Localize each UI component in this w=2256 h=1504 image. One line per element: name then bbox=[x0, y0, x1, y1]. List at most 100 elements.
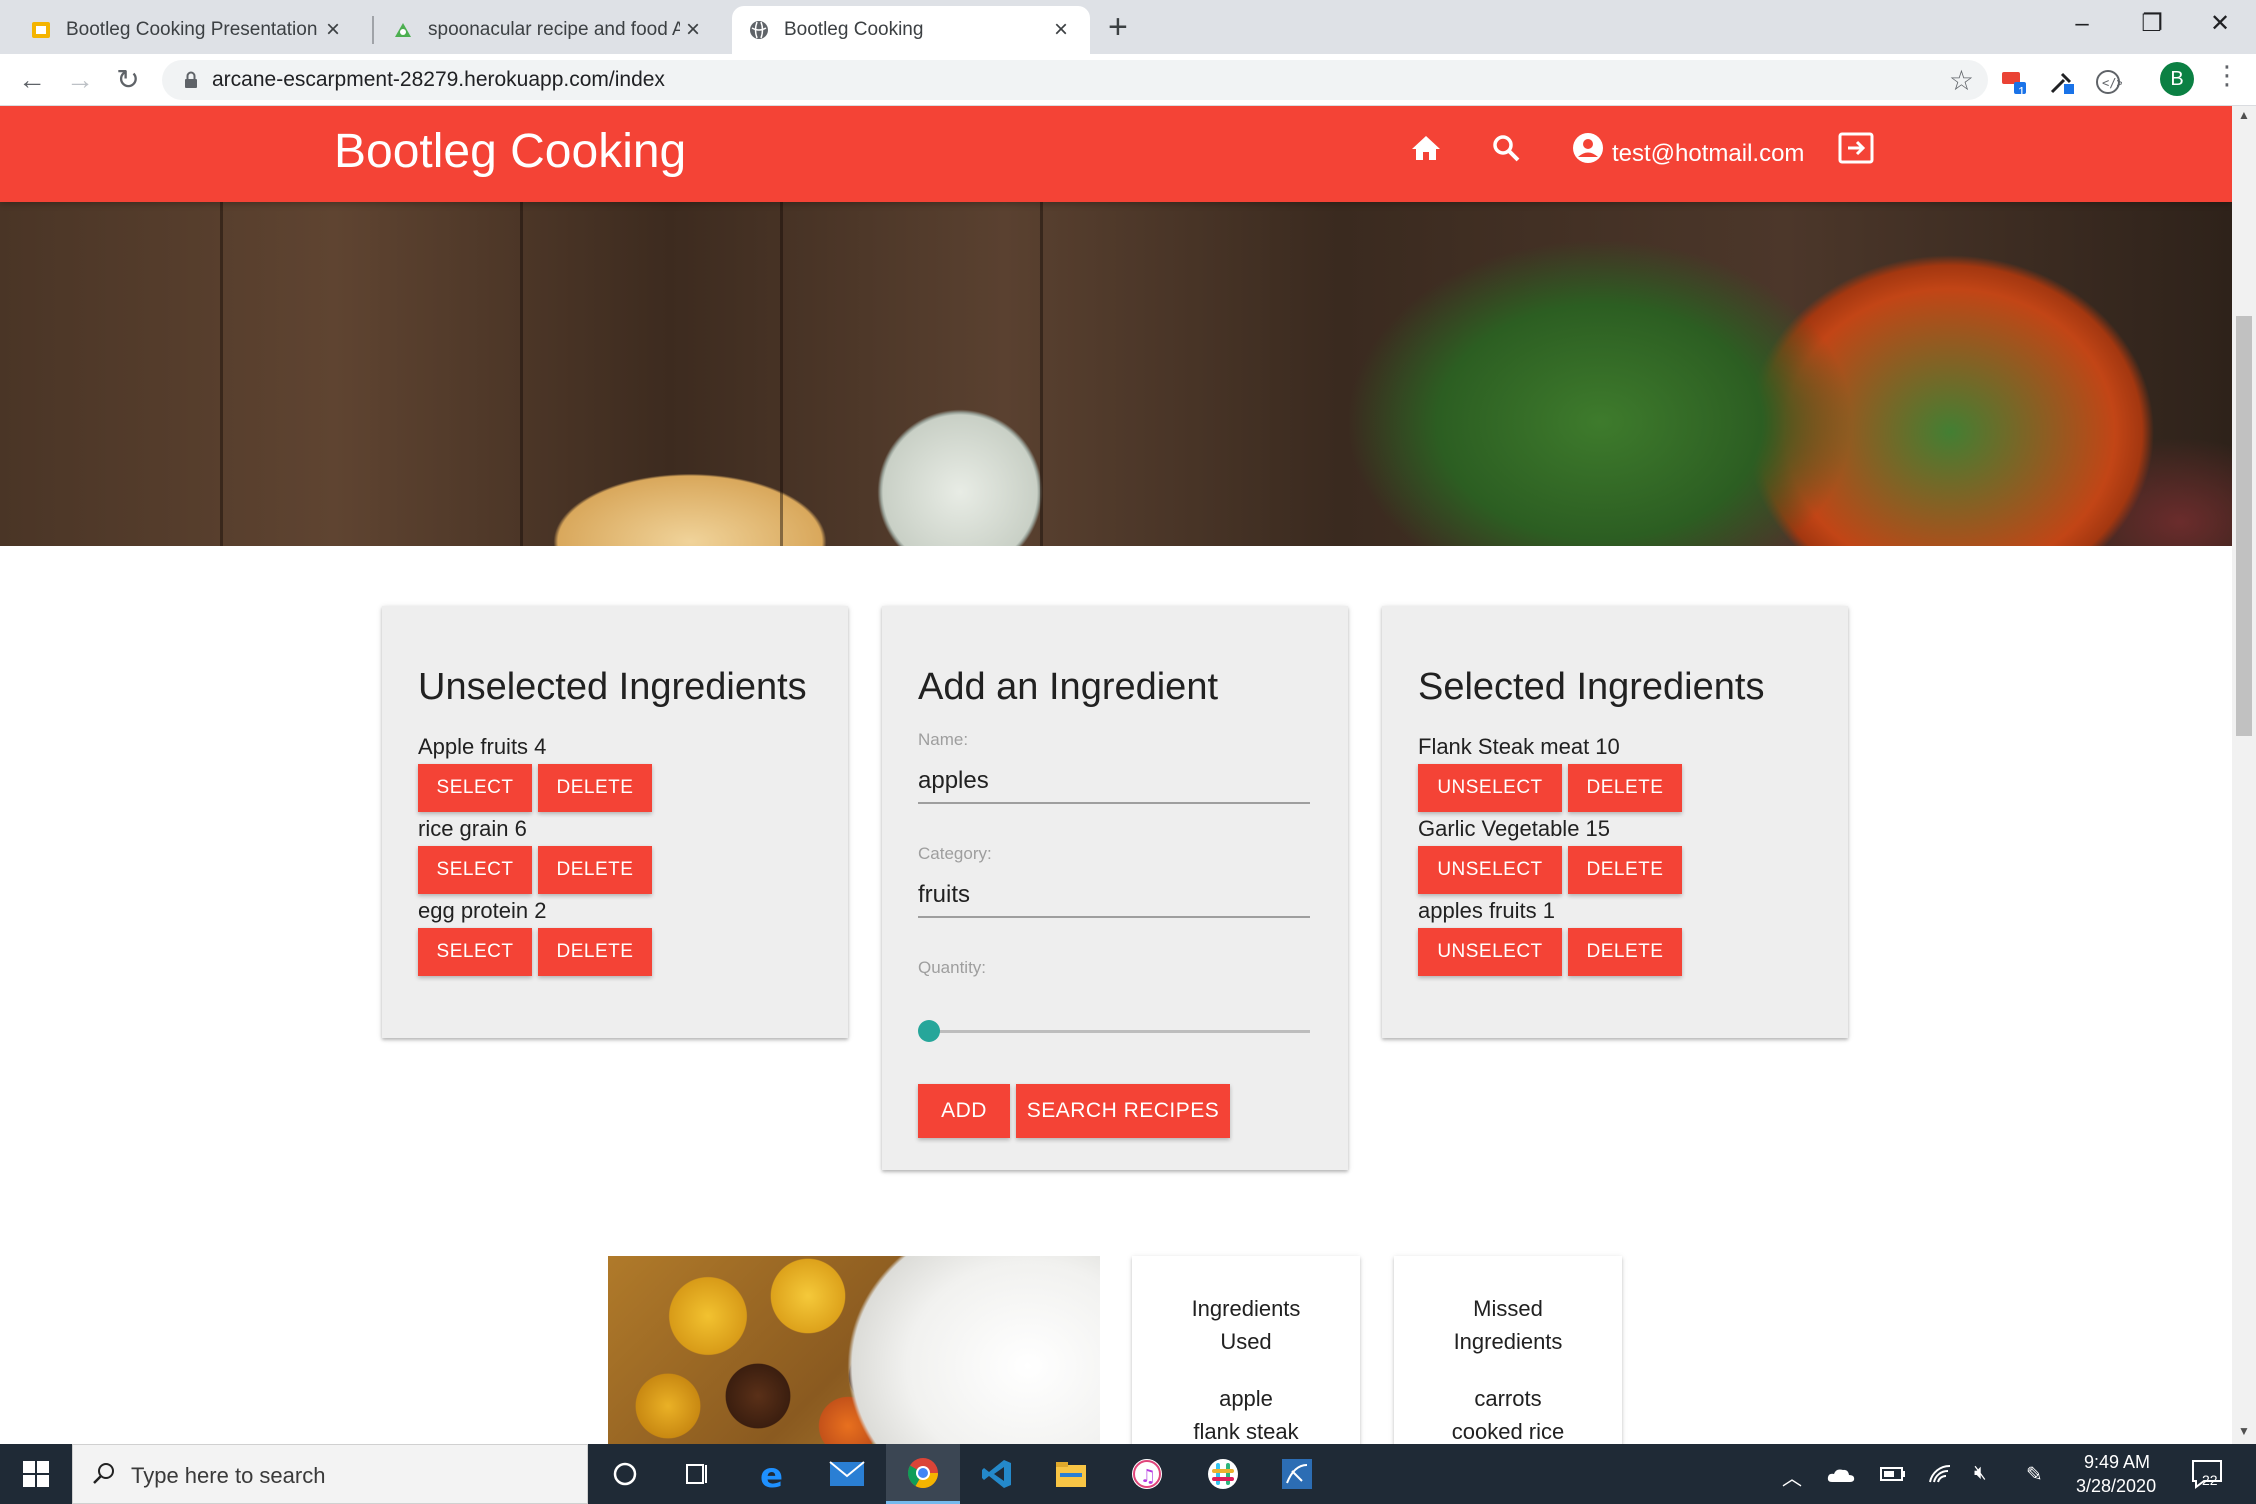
restore-icon[interactable]: ❐ bbox=[2122, 4, 2182, 44]
scroll-up-arrow-icon[interactable]: ▲ bbox=[2237, 108, 2251, 122]
task-view-icon[interactable] bbox=[660, 1444, 734, 1504]
ingredients-used-card: Ingredients Used apple flank steak bbox=[1132, 1256, 1360, 1444]
close-icon[interactable]: × bbox=[320, 16, 346, 44]
scroll-down-arrow-icon[interactable]: ▼ bbox=[2237, 1424, 2251, 1438]
bookmark-star-icon[interactable]: ☆ bbox=[1949, 64, 1974, 97]
search-recipes-button[interactable]: SEARCH RECIPES bbox=[1016, 1084, 1230, 1138]
close-icon[interactable]: × bbox=[1048, 16, 1074, 44]
select-button[interactable]: SELECT bbox=[418, 928, 532, 976]
notification-count: 22 bbox=[2202, 1472, 2218, 1488]
delete-button[interactable]: DELETE bbox=[1568, 846, 1682, 894]
close-icon[interactable]: × bbox=[680, 16, 706, 44]
chrome-menu-icon[interactable]: ⋮ bbox=[2214, 60, 2240, 91]
list-item: Flank Steak meat 10 UNSELECT DELETE bbox=[1418, 734, 1682, 812]
list-item: apples fruits 1 UNSELECT DELETE bbox=[1418, 898, 1682, 976]
volume-muted-icon[interactable]: 🔇︎ bbox=[1974, 1462, 1987, 1485]
account-circle-icon[interactable] bbox=[1568, 128, 1608, 168]
delete-button[interactable]: DELETE bbox=[538, 764, 652, 812]
taskbar-search-box[interactable]: Type here to search bbox=[72, 1444, 588, 1504]
ingredient-label: apples fruits 1 bbox=[1418, 898, 1555, 923]
home-icon[interactable] bbox=[1406, 128, 1446, 168]
pen-icon[interactable]: ✎ bbox=[2026, 1462, 2043, 1487]
recipe-image[interactable] bbox=[608, 1256, 1100, 1444]
select-button[interactable]: SELECT bbox=[418, 846, 532, 894]
spoonacular-icon bbox=[392, 19, 414, 41]
address-bar[interactable]: arcane-escarpment-28279.herokuapp.com/in… bbox=[162, 60, 1988, 100]
forward-arrow-icon[interactable]: → bbox=[62, 62, 98, 98]
delete-button[interactable]: DELETE bbox=[1568, 928, 1682, 976]
delete-button[interactable]: DELETE bbox=[1568, 764, 1682, 812]
minimize-icon[interactable]: – bbox=[2052, 4, 2112, 44]
wifi-icon[interactable] bbox=[1928, 1462, 1952, 1486]
slack-icon[interactable] bbox=[1186, 1444, 1260, 1504]
wood-plank-line bbox=[780, 202, 783, 546]
ingredient-label: Garlic Vegetable 15 bbox=[1418, 816, 1611, 841]
name-label: Name: bbox=[918, 730, 969, 749]
windows-start-icon[interactable] bbox=[22, 1460, 50, 1488]
slides-icon bbox=[30, 19, 52, 41]
ingredients-used-heading: Ingredients Used bbox=[1191, 1296, 1301, 1354]
itunes-icon[interactable]: ♫ bbox=[1110, 1444, 1184, 1504]
edge-icon[interactable]: e bbox=[736, 1444, 810, 1504]
new-tab-icon[interactable]: + bbox=[1108, 8, 1128, 47]
select-button[interactable]: SELECT bbox=[418, 764, 532, 812]
reload-icon[interactable]: ↻ bbox=[110, 62, 146, 98]
brand-logo[interactable]: Bootleg Cooking bbox=[334, 124, 686, 179]
ingredient-label: Apple fruits 4 bbox=[418, 734, 547, 759]
profile-avatar[interactable]: B bbox=[2160, 62, 2194, 96]
browser-tab-strip: Bootleg Cooking Presentation - G × spoon… bbox=[0, 0, 2256, 54]
clock-date[interactable]: 3/28/2020 bbox=[2076, 1476, 2156, 1497]
lock-icon bbox=[185, 71, 197, 88]
name-input[interactable] bbox=[918, 760, 1310, 804]
search-icon[interactable] bbox=[1486, 128, 1526, 168]
tab-bootleg-cooking[interactable]: Bootleg Cooking × bbox=[732, 6, 1090, 54]
list-item: egg protein 2 SELECT DELETE bbox=[418, 898, 652, 976]
delete-button[interactable]: DELETE bbox=[538, 846, 652, 894]
unselect-button[interactable]: UNSELECT bbox=[1418, 846, 1562, 894]
file-explorer-icon[interactable] bbox=[1034, 1444, 1108, 1504]
list-item: Apple fruits 4 SELECT DELETE bbox=[418, 734, 652, 812]
svg-text:e: e bbox=[760, 1457, 783, 1491]
used-ingredient: apple bbox=[1219, 1386, 1273, 1411]
quantity-slider[interactable] bbox=[930, 1030, 1310, 1033]
unselected-ingredients-card: Unselected Ingredients Apple fruits 4 SE… bbox=[382, 606, 848, 1038]
list-item: rice grain 6 SELECT DELETE bbox=[418, 816, 652, 894]
category-input[interactable] bbox=[918, 874, 1310, 918]
vscode-icon[interactable] bbox=[960, 1444, 1034, 1504]
unselect-button[interactable]: UNSELECT bbox=[1418, 764, 1562, 812]
close-window-icon[interactable]: ✕ bbox=[2190, 4, 2250, 44]
clock-time[interactable]: 9:49 AM bbox=[2084, 1452, 2150, 1473]
tab-spoonacular[interactable]: spoonacular recipe and food API × bbox=[376, 6, 722, 54]
wood-plank-line bbox=[520, 202, 523, 546]
eyedropper-icon[interactable] bbox=[2048, 68, 2076, 96]
page-viewport: Bootleg Cooking test@hotmail.com Unselec… bbox=[0, 106, 2232, 1444]
tab-title: Bootleg Cooking Presentation - G bbox=[66, 19, 320, 40]
scrollbar-thumb[interactable] bbox=[2236, 316, 2252, 736]
svg-text:♫: ♫ bbox=[1140, 1466, 1156, 1487]
tab-slides[interactable]: Bootleg Cooking Presentation - G × bbox=[14, 6, 362, 54]
back-arrow-icon[interactable]: ← bbox=[14, 62, 50, 98]
missed-ingredients-card: Missed Ingredients carrots cooked rice bbox=[1394, 1256, 1622, 1444]
show-hidden-icons-icon[interactable]: ︿ bbox=[1782, 1462, 1802, 1491]
taskbar-search-placeholder: Type here to search bbox=[131, 1463, 326, 1488]
tab-title: Bootleg Cooking bbox=[784, 19, 924, 40]
user-email[interactable]: test@hotmail.com bbox=[1612, 140, 1804, 168]
cortana-icon[interactable] bbox=[588, 1444, 662, 1504]
logout-icon[interactable] bbox=[1836, 128, 1876, 168]
code-extension-icon[interactable]: </> bbox=[2094, 68, 2122, 96]
quantity-slider-thumb[interactable] bbox=[918, 1020, 940, 1042]
database-tool-icon[interactable] bbox=[1260, 1444, 1334, 1504]
onedrive-icon[interactable] bbox=[1826, 1466, 1856, 1484]
delete-button[interactable]: DELETE bbox=[538, 928, 652, 976]
battery-icon[interactable] bbox=[1880, 1466, 1906, 1482]
wood-plank-line bbox=[220, 202, 223, 546]
mail-icon[interactable] bbox=[810, 1444, 884, 1504]
missed-ingredients-heading: Missed Ingredients bbox=[1453, 1296, 1563, 1354]
wood-plank-line bbox=[1040, 202, 1043, 546]
add-ingredient-card: Add an Ingredient Name: Category: Quanti… bbox=[882, 606, 1348, 1170]
page-scrollbar[interactable]: ▲ ▼ bbox=[2232, 106, 2256, 1444]
ingredient-label: rice grain 6 bbox=[418, 816, 527, 841]
add-button[interactable]: ADD bbox=[918, 1084, 1010, 1138]
chrome-icon[interactable] bbox=[886, 1444, 960, 1504]
unselect-button[interactable]: UNSELECT bbox=[1418, 928, 1562, 976]
